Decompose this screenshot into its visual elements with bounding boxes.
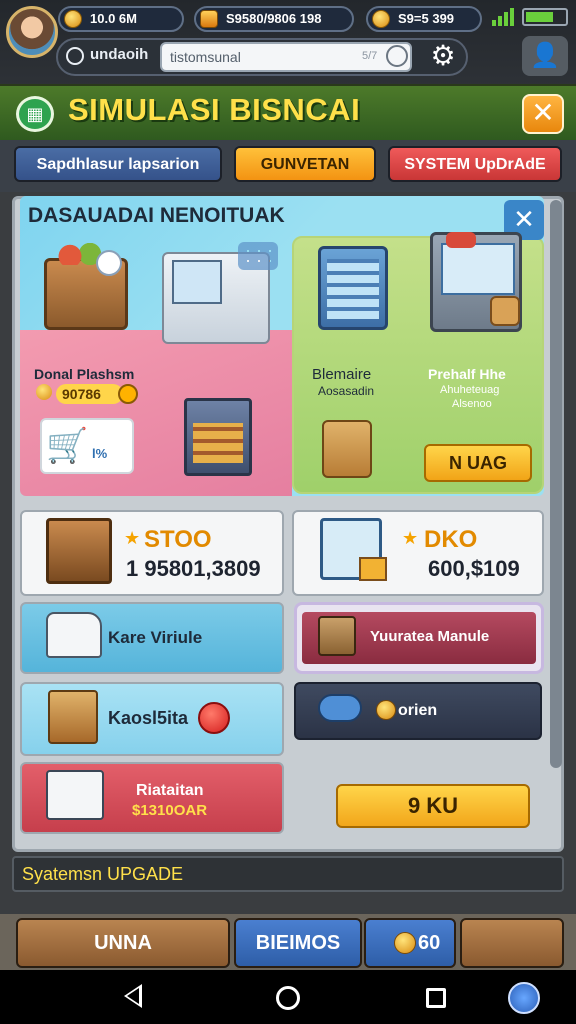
store2-name: Prehalf Hhe xyxy=(428,366,506,382)
register-value: $1310OAR xyxy=(132,802,208,819)
recents-icon[interactable] xyxy=(426,988,446,1008)
coin-icon xyxy=(376,700,396,720)
warehouse-icon xyxy=(318,616,356,656)
store-shelf-image xyxy=(184,398,252,476)
register-title: Riataitan xyxy=(136,782,204,799)
player-avatar[interactable] xyxy=(6,6,58,58)
speech-bubble-icon xyxy=(96,250,122,276)
store1-name: Blemaire xyxy=(312,366,372,383)
menu-icon[interactable]: ▦ xyxy=(16,96,54,132)
resource-2-value: S9580/9806 198 xyxy=(226,11,322,26)
stock2-value: 600,$109 xyxy=(428,556,520,581)
settings-gear-icon[interactable]: ⚙ xyxy=(418,36,468,76)
crate-icon xyxy=(46,518,112,584)
featured-title: DASAUADAI NENOITUAK xyxy=(28,204,285,227)
nav-business-button[interactable]: BIEIMOS xyxy=(234,918,362,968)
confirm-button[interactable]: 9 KU xyxy=(336,784,530,828)
page-title: SIMULASI BISNCAI xyxy=(68,92,361,127)
store2-subtitle-2: Alsenoo xyxy=(452,398,492,410)
stock1-value: 1 95801,3809 xyxy=(126,556,261,581)
resource-3-value: S9=5 399 xyxy=(398,11,455,26)
coin-icon xyxy=(36,384,52,400)
nav-coins-value: 60 xyxy=(418,932,441,954)
cash-register-icon xyxy=(46,770,104,820)
store-sign-icon xyxy=(446,232,476,248)
box-icon xyxy=(490,296,520,326)
clear-icon[interactable] xyxy=(386,45,408,67)
tools-icon xyxy=(118,384,138,404)
cardboard-box-image xyxy=(322,420,372,478)
star-icon: ★ xyxy=(402,528,419,548)
nav-extra-button[interactable] xyxy=(460,918,564,968)
grid-icon xyxy=(238,242,278,270)
battery-icon xyxy=(522,8,568,26)
van-icon xyxy=(46,612,102,658)
coin-icon xyxy=(64,10,82,28)
package-label: Kaosl5ita xyxy=(108,708,189,728)
address-counter: 5/7 xyxy=(362,50,378,62)
office-building-image xyxy=(318,246,388,330)
promo-label: Donal Plashsm xyxy=(34,366,135,382)
promo-value: 90786 xyxy=(56,384,123,404)
tab-inventory[interactable]: GUNVETAN xyxy=(234,146,376,182)
tab-system-upgrade[interactable]: SYSTEM UpDrAdE xyxy=(388,146,562,182)
shopping-cart-icon: 🛒 xyxy=(46,427,89,465)
store2-subtitle: Ahuheteuag xyxy=(440,384,500,396)
monitor-icon xyxy=(320,518,387,581)
cloud-icon xyxy=(318,694,362,722)
cloud-label: orien xyxy=(398,702,438,719)
package-icon xyxy=(48,690,98,744)
profile-icon[interactable]: 👤 xyxy=(522,36,568,76)
stock2-title: DKO xyxy=(424,526,478,553)
resource-counter-3[interactable]: S9=5 399 xyxy=(366,6,482,32)
nav-main-button[interactable]: UNNA xyxy=(16,918,230,968)
unlock-button[interactable]: N UAG xyxy=(424,444,532,482)
coin-icon xyxy=(394,932,416,954)
resource-1-value: 10.0 6M xyxy=(90,11,137,26)
resource-counter-2[interactable]: S9580/9806 198 xyxy=(194,6,354,32)
store1-subtitle: Aosasadin xyxy=(318,384,375,398)
stock1-title: STOO xyxy=(144,526,212,553)
compass-icon[interactable] xyxy=(508,982,540,1014)
close-button[interactable]: ✕ xyxy=(522,94,564,134)
system-upgrade-text: Syatemsn UPGADE xyxy=(22,864,184,884)
vehicle-label: Kare Viriule xyxy=(108,628,203,647)
gem-icon xyxy=(200,10,218,28)
cart-tag: l% xyxy=(92,446,108,461)
warehouse-label: Yuuratea Manule xyxy=(370,628,490,645)
address-label: undaoih xyxy=(90,46,149,63)
scrollbar[interactable] xyxy=(550,200,562,768)
coin-icon xyxy=(372,10,390,28)
home-icon[interactable] xyxy=(276,986,300,1010)
signal-icon xyxy=(492,8,514,26)
globe-icon xyxy=(66,47,84,65)
tab-operations[interactable]: Sapdhlasur lapsarion xyxy=(14,146,222,182)
star-icon: ★ xyxy=(124,528,141,548)
alert-badge-icon xyxy=(198,702,230,734)
resource-counter-1[interactable]: 10.0 6M xyxy=(58,6,184,32)
back-icon[interactable] xyxy=(124,984,142,1008)
